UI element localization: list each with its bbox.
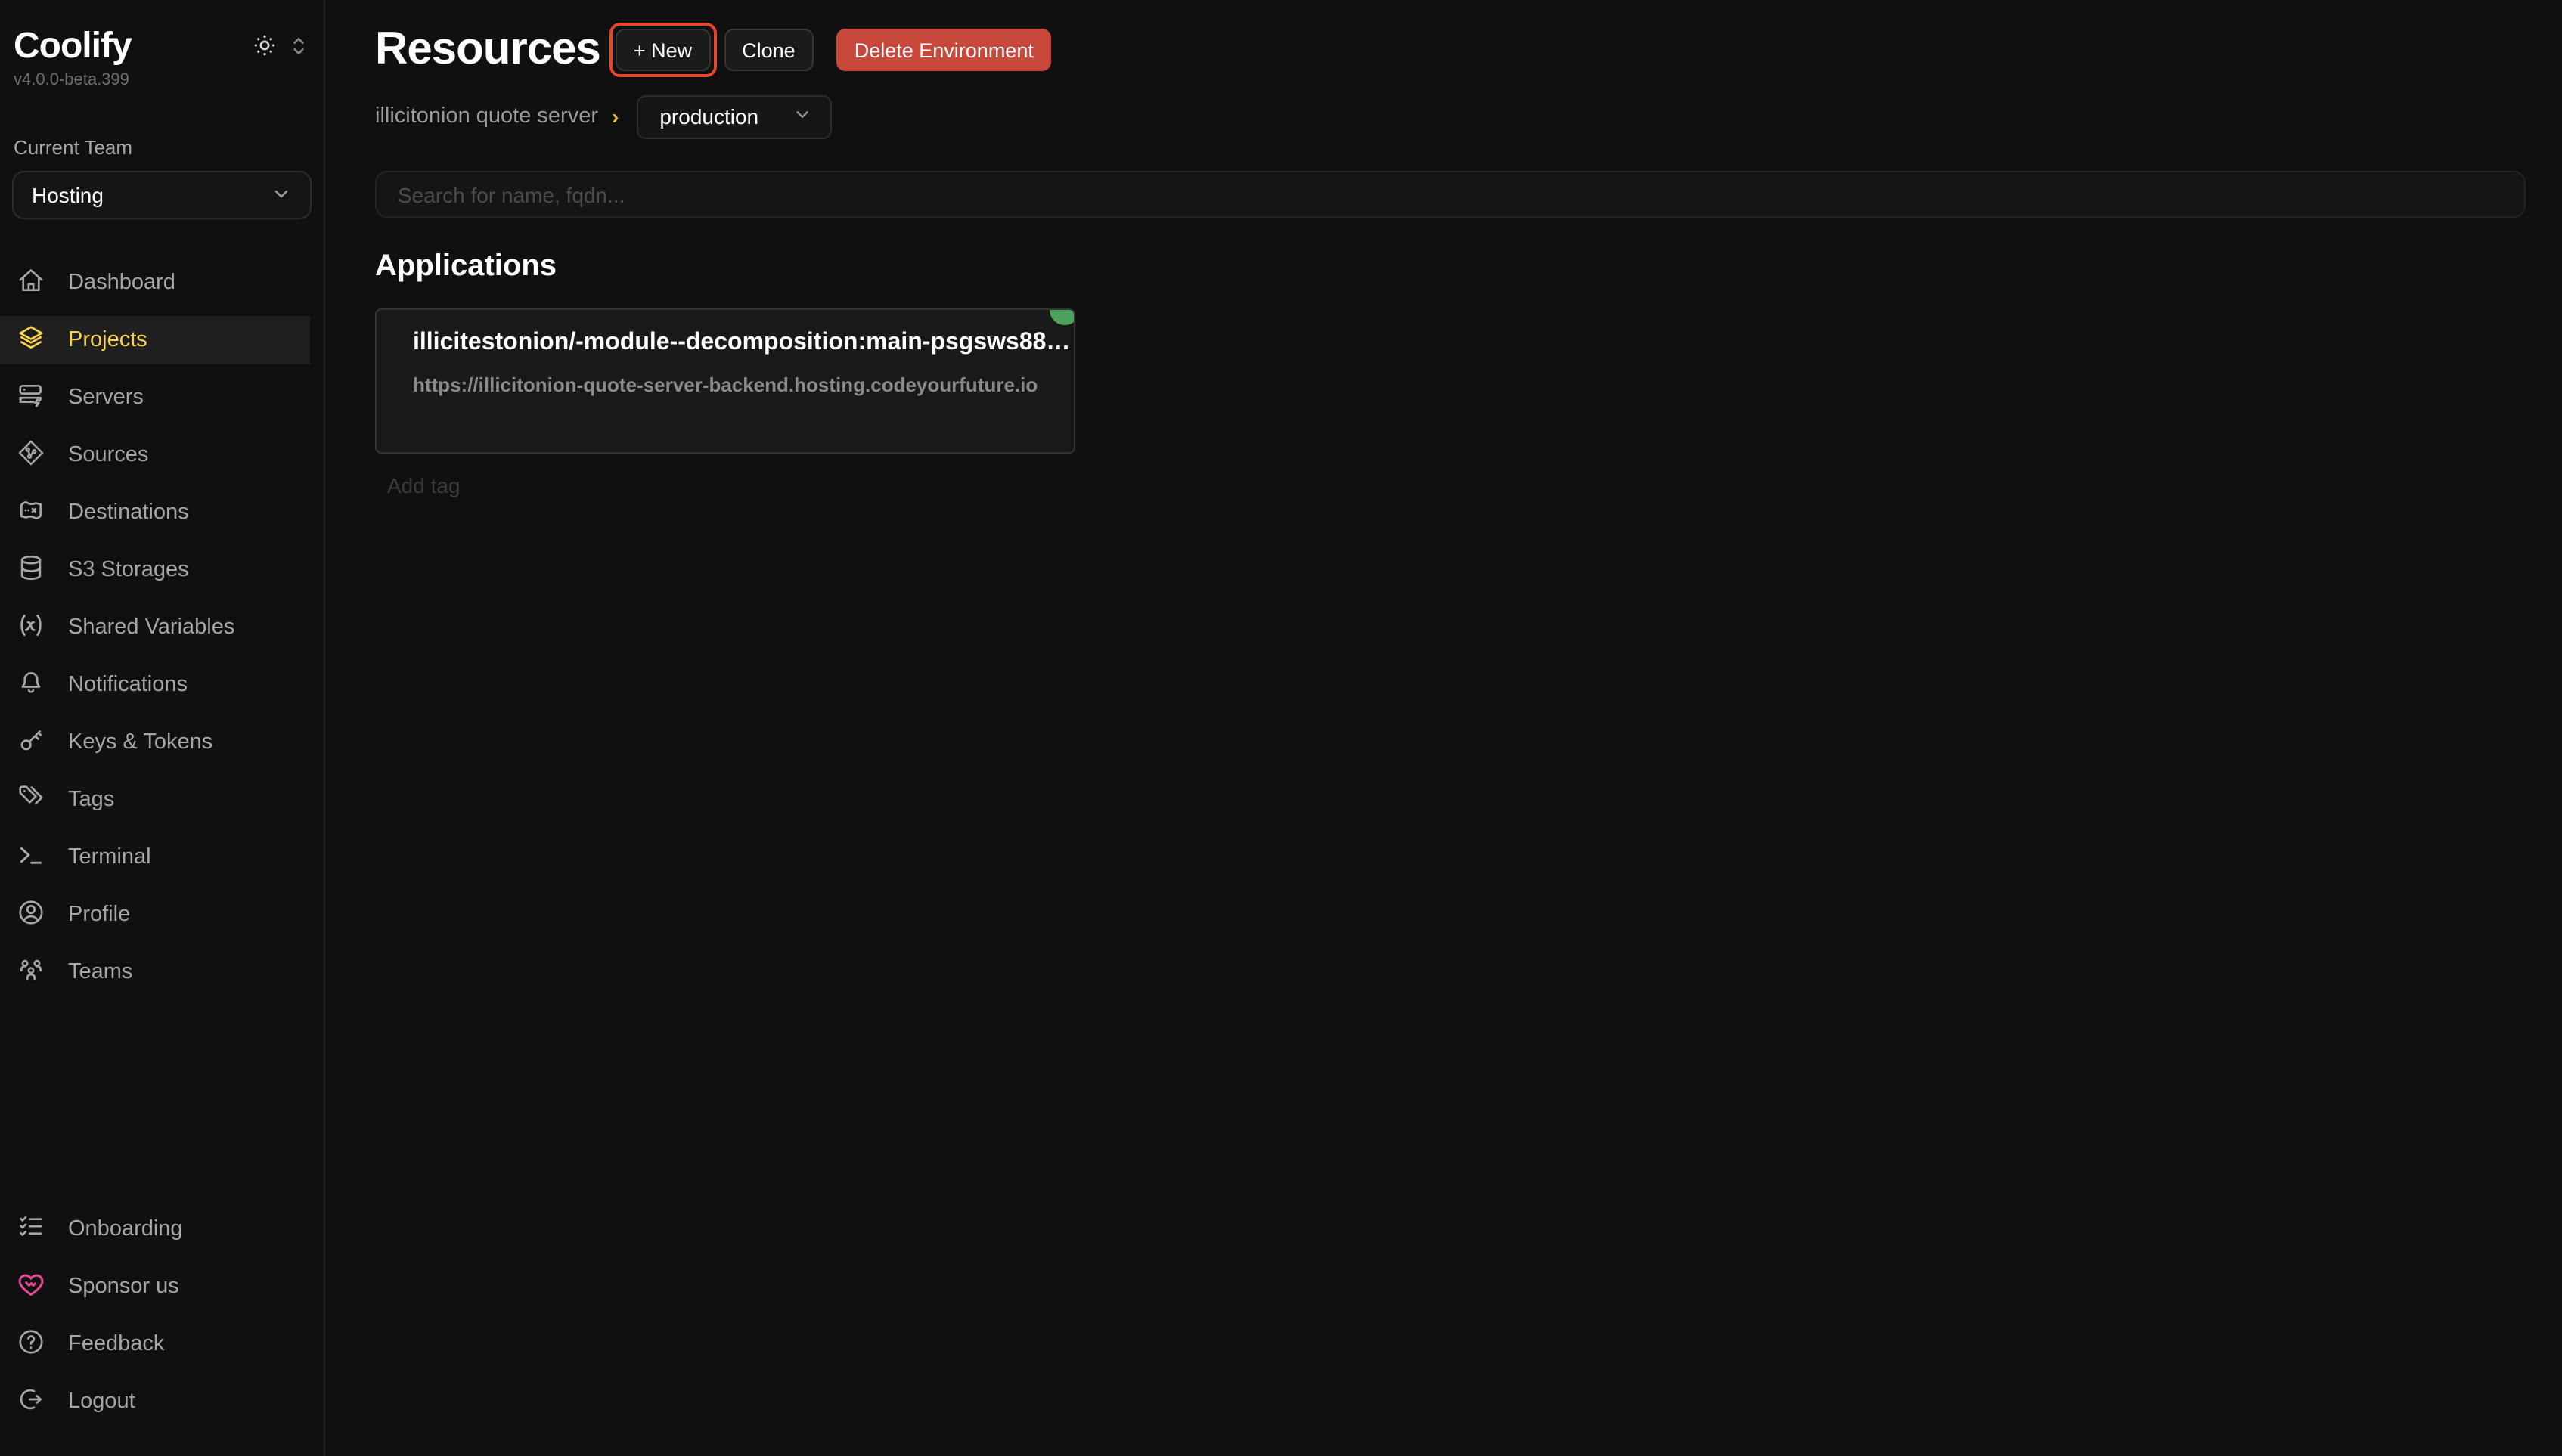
team-select-value: Hosting	[32, 183, 104, 207]
tags-icon	[17, 782, 45, 817]
sidebar-item-sponsor-us[interactable]: Sponsor us	[0, 1262, 310, 1311]
sidebar-item-label: Terminal	[68, 845, 151, 869]
sidebar-item-label: Dashboard	[68, 271, 175, 295]
coolify-app-window: Coolify	[0, 0, 2562, 1456]
sidebar-item-projects[interactable]: Projects	[0, 316, 310, 364]
variable-icon	[17, 610, 45, 645]
git-icon	[17, 438, 45, 472]
sidebar-item-label: Servers	[68, 386, 144, 410]
sun-icon	[251, 32, 278, 64]
sidebar-item-label: Tags	[68, 788, 114, 812]
database-icon	[17, 553, 45, 587]
sidebar-item-dashboard[interactable]: Dashboard	[0, 259, 310, 307]
app-logo: Coolify	[14, 26, 132, 67]
heart-icon	[17, 1269, 45, 1304]
sidebar: Coolify	[0, 0, 325, 1456]
sidebar-item-label: Profile	[68, 903, 130, 927]
layers-icon	[17, 323, 45, 358]
add-tag-button[interactable]: Add tag	[387, 473, 461, 497]
theme-toggle-button[interactable]	[251, 32, 278, 64]
sidebar-item-terminal[interactable]: Terminal	[0, 833, 310, 881]
main-content: Resources + New Clone Delete Environment…	[325, 0, 2562, 1456]
sidebar-item-label: Notifications	[68, 673, 188, 697]
sidebar-item-feedback[interactable]: Feedback	[0, 1320, 310, 1368]
checklist-icon	[17, 1212, 45, 1247]
sidebar-item-logout[interactable]: Logout	[0, 1377, 310, 1426]
sidebar-item-profile[interactable]: Profile	[0, 891, 310, 939]
user-circle-icon	[17, 897, 45, 932]
sidebar-item-label: S3 Storages	[68, 558, 189, 582]
sidebar-item-label: Projects	[68, 328, 147, 352]
sidebar-item-label: Keys & Tokens	[68, 730, 212, 754]
sidebar-item-sources[interactable]: Sources	[0, 431, 310, 479]
environment-select-value: production	[659, 104, 758, 129]
environment-select[interactable]: production	[637, 94, 831, 138]
sidebar-item-keys-tokens[interactable]: Keys & Tokens	[0, 718, 310, 767]
sidebar-item-notifications[interactable]: Notifications	[0, 661, 310, 709]
key-icon	[17, 725, 45, 760]
sidebar-footer: Onboarding Sponsor us	[0, 1205, 324, 1435]
applications-section-title: Applications	[375, 249, 2526, 284]
sidebar-item-label: Destinations	[68, 500, 189, 525]
sidebar-item-label: Shared Variables	[68, 615, 234, 640]
users-icon	[17, 955, 45, 990]
status-running-indicator	[1050, 308, 1075, 325]
home-icon	[17, 265, 45, 300]
server-icon	[17, 380, 45, 415]
chevron-down-icon	[792, 104, 811, 129]
sidebar-item-onboarding[interactable]: Onboarding	[0, 1205, 310, 1253]
sidebar-item-tags[interactable]: Tags	[0, 776, 310, 824]
help-circle-icon	[17, 1327, 45, 1362]
sidebar-item-label: Sponsor us	[68, 1275, 179, 1299]
sidebar-item-label: Logout	[68, 1389, 135, 1414]
logout-icon	[17, 1384, 45, 1419]
sidebar-nav: Dashboard Projects	[0, 259, 324, 1005]
delete-environment-button[interactable]: Delete Environment	[836, 29, 1052, 71]
clone-button[interactable]: Clone	[724, 29, 814, 71]
app-version: v4.0.0-beta.399	[0, 71, 324, 89]
breadcrumb: illicitonion quote server › production	[375, 94, 2526, 139]
new-button[interactable]: + New	[616, 29, 710, 71]
container-icon	[17, 495, 45, 530]
application-url: https://illicitonion-quote-server-backen…	[413, 373, 1038, 396]
sidebar-item-label: Onboarding	[68, 1217, 183, 1241]
chevron-down-icon	[271, 182, 292, 208]
search-input[interactable]	[375, 171, 2526, 218]
application-card[interactable]: illicitestonion/-module--decomposition:m…	[375, 308, 1075, 454]
sidebar-item-teams[interactable]: Teams	[0, 948, 310, 996]
sidebar-item-label: Feedback	[68, 1332, 164, 1356]
team-select[interactable]: Hosting	[12, 171, 312, 219]
current-team-label: Current Team	[0, 136, 324, 159]
application-name: illicitestonion/-module--decomposition:m…	[413, 330, 1038, 357]
page-title: Resources	[375, 24, 600, 76]
sidebar-item-destinations[interactable]: Destinations	[0, 488, 310, 537]
sidebar-item-s3-storages[interactable]: S3 Storages	[0, 546, 310, 594]
sidebar-item-label: Sources	[68, 443, 148, 467]
bell-icon	[17, 668, 45, 702]
theme-mode-selector-button[interactable]	[289, 34, 309, 61]
chevron-up-down-icon	[289, 34, 309, 61]
terminal-icon	[17, 840, 45, 875]
sidebar-item-shared-variables[interactable]: Shared Variables	[0, 603, 310, 652]
breadcrumb-chevron-icon: ›	[612, 104, 619, 129]
breadcrumb-project[interactable]: illicitonion quote server	[375, 104, 598, 129]
sidebar-item-servers[interactable]: Servers	[0, 373, 310, 422]
sidebar-item-label: Teams	[68, 960, 132, 984]
